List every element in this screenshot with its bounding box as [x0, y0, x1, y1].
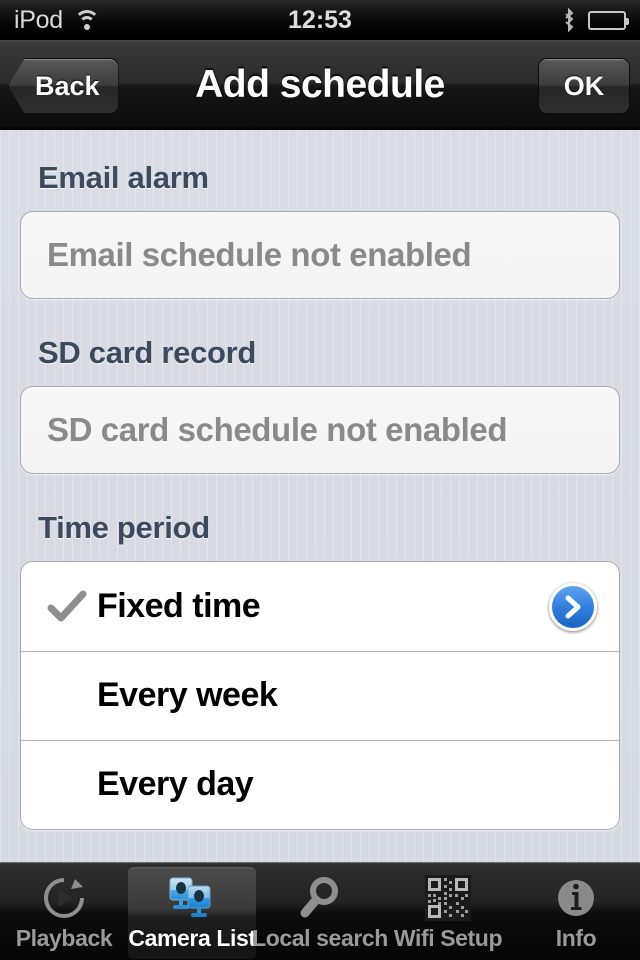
- wifi-icon: [72, 9, 102, 31]
- status-bar-right: [430, 8, 640, 32]
- tab-info[interactable]: Info: [512, 863, 640, 960]
- status-bar-left: iPod: [0, 6, 210, 35]
- list-item-every-week[interactable]: Every week: [21, 651, 619, 740]
- tab-label: Info: [555, 924, 597, 951]
- sdcard-schedule-value: SD card schedule not enabled: [47, 411, 508, 448]
- list-item-label: Fixed time: [97, 587, 261, 625]
- list-item-every-day[interactable]: Every day: [21, 740, 619, 829]
- info-icon: [550, 874, 602, 922]
- status-bar-clock: 12:53: [288, 5, 352, 34]
- replay-play-icon: [38, 874, 90, 922]
- app-screen: iPod 12:53 Back Add schedule OK Email al…: [0, 0, 640, 960]
- back-button[interactable]: Back: [8, 58, 119, 114]
- chevron-right-icon[interactable]: [549, 582, 597, 631]
- tab-label: Playback: [15, 924, 113, 951]
- carrier-label: iPod: [14, 5, 63, 34]
- time-period-option-list: Fixed time Every week Every day: [20, 561, 620, 830]
- settings-content: Email alarm Email schedule not enabled S…: [0, 130, 640, 862]
- email-schedule-cell[interactable]: Email schedule not enabled: [20, 211, 620, 299]
- email-schedule-value: Email schedule not enabled: [47, 236, 472, 273]
- section-header-email-alarm: Email alarm: [38, 160, 209, 195]
- checkmark-icon: [37, 590, 97, 624]
- ok-button[interactable]: OK: [538, 58, 630, 114]
- tab-wifi-setup[interactable]: Wifi Setup: [384, 863, 512, 960]
- tab-bar: Playback Camera List Local search Wifi S…: [0, 862, 640, 960]
- bluetooth-icon: [562, 8, 576, 32]
- list-item-label: Every week: [97, 676, 278, 714]
- list-item-label: Every day: [97, 765, 254, 803]
- navigation-bar: Back Add schedule OK: [0, 40, 640, 130]
- list-item-fixed-time[interactable]: Fixed time: [21, 562, 619, 651]
- battery-icon: [588, 10, 629, 30]
- tab-label: Local search: [252, 924, 388, 951]
- tab-label: Wifi Setup: [393, 924, 503, 951]
- magnifier-icon: [294, 874, 346, 922]
- tab-camera-list[interactable]: Camera List: [128, 863, 256, 960]
- page-title: Add schedule: [195, 62, 445, 106]
- status-bar: iPod 12:53: [0, 0, 640, 40]
- sdcard-schedule-cell[interactable]: SD card schedule not enabled: [20, 386, 620, 474]
- tab-playback[interactable]: Playback: [0, 863, 128, 960]
- tab-label: Camera List: [128, 924, 256, 951]
- qr-code-icon: [422, 874, 474, 922]
- section-header-sd-card-record: SD card record: [38, 335, 257, 370]
- cameras-icon: [166, 874, 218, 922]
- tab-local-search[interactable]: Local search: [252, 863, 388, 960]
- section-header-time-period: Time period: [38, 510, 210, 545]
